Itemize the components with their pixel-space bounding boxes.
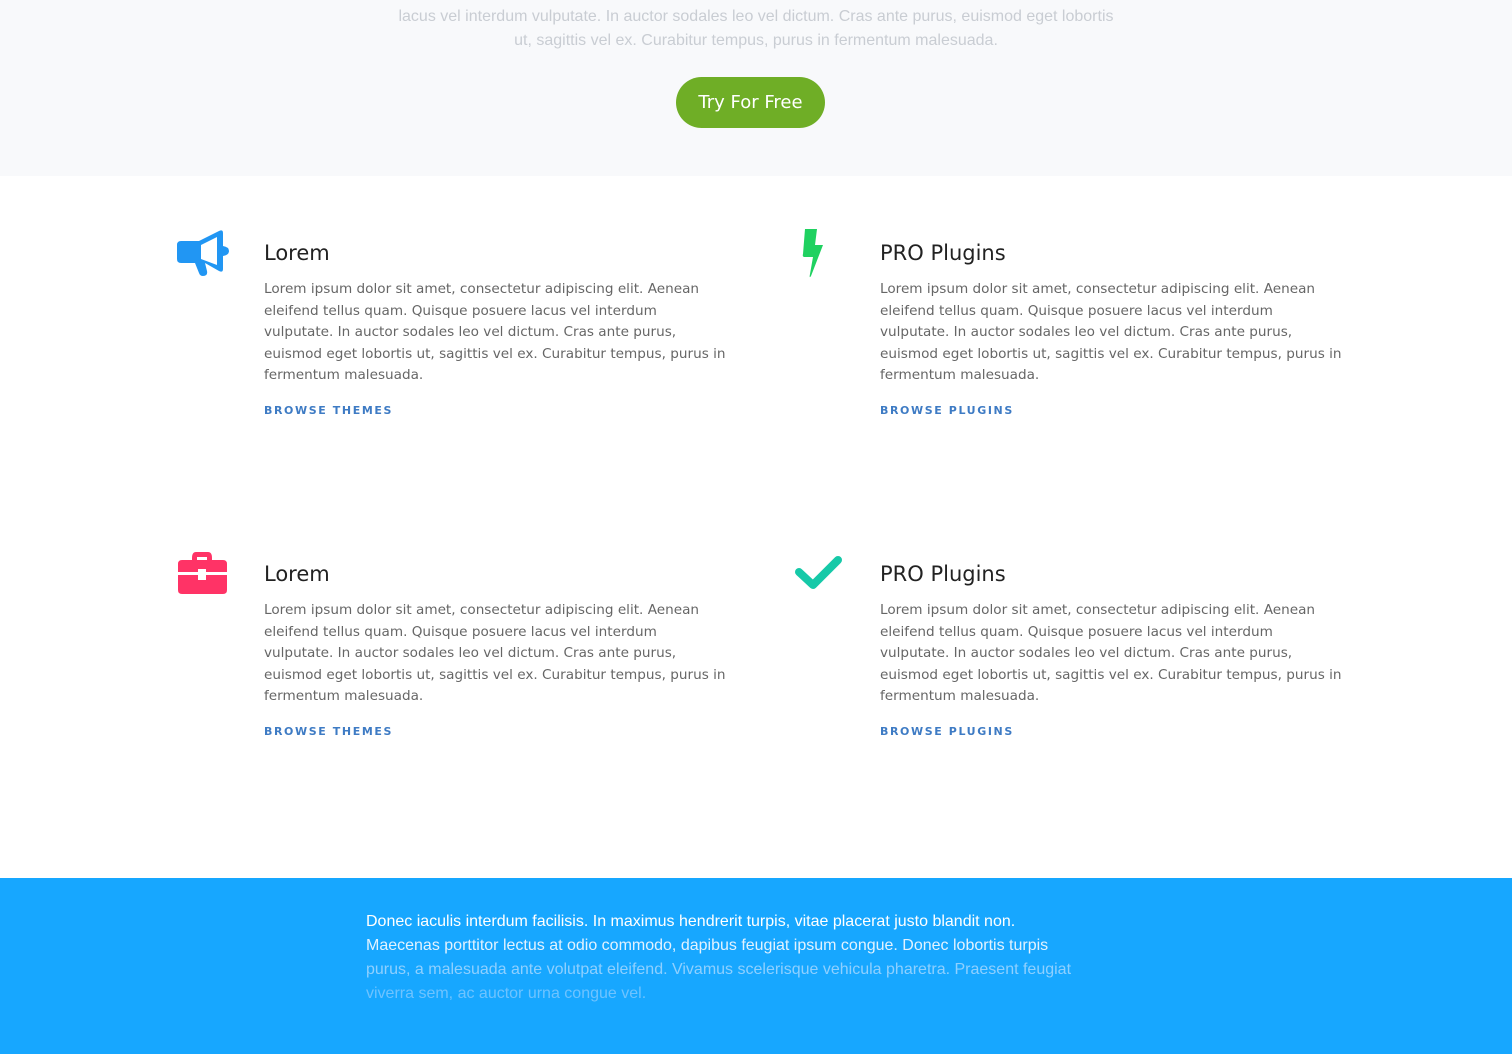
megaphone-icon: [175, 229, 235, 289]
desc-line: fermentum malesuada.: [264, 688, 424, 704]
feature-title: Lorem: [264, 241, 330, 265]
feature-description: Lorem ipsum dolor sit amet, consectetur …: [264, 600, 726, 708]
desc-line: eleifend tellus quam. Quisque posuere la…: [264, 623, 657, 640]
desc-line: vulputate. In auctor sodales leo vel dic…: [880, 324, 1293, 340]
feature-title: PRO Plugins: [880, 241, 1006, 265]
try-for-free-button[interactable]: Try For Free: [676, 77, 825, 128]
desc-line: eleifend tellus quam. Quisque posuere la…: [264, 302, 657, 319]
desc-line: fermentum malesuada.: [880, 688, 1040, 704]
blue-text-line: Donec iaculis interdum facilisis. In max…: [366, 913, 1016, 930]
browse-themes-link[interactable]: BROWSE THEMES: [264, 404, 393, 417]
desc-line: vulputate. In auctor sodales leo vel dic…: [264, 645, 677, 661]
hero-text-line: lacus vel interdum vulputate. In auctor …: [398, 8, 1114, 25]
desc-line: euismod eget lobortis ut, sagittis vel e…: [880, 345, 1342, 362]
desc-line: Lorem ipsum dolor sit amet, consectetur …: [264, 281, 700, 297]
feature-description: Lorem ipsum dolor sit amet, consectetur …: [264, 279, 726, 387]
desc-line: vulputate. In auctor sodales leo vel dic…: [880, 645, 1293, 661]
hero-description: lacus vel interdum vulputate. In auctor …: [360, 5, 1152, 53]
checkmark-icon: [791, 550, 851, 610]
lightning-bolt-icon: [791, 229, 851, 289]
blue-section-text: Donec iaculis interdum facilisis. In max…: [366, 910, 1126, 1006]
hero-section: lacus vel interdum vulputate. In auctor …: [0, 0, 1512, 176]
browse-themes-link[interactable]: BROWSE THEMES: [264, 725, 393, 738]
briefcase-icon: [175, 550, 235, 610]
feature-description: Lorem ipsum dolor sit amet, consectetur …: [880, 600, 1342, 708]
blue-text-line: viverra sem, ac auctor urna congue vel.: [366, 985, 647, 1002]
blue-text-section: Donec iaculis interdum facilisis. In max…: [0, 878, 1512, 1054]
desc-line: vulputate. In auctor sodales leo vel dic…: [264, 324, 677, 340]
desc-line: fermentum malesuada.: [880, 367, 1040, 383]
desc-line: Lorem ipsum dolor sit amet, consectetur …: [880, 281, 1316, 297]
feature-title: Lorem: [264, 562, 330, 586]
desc-line: fermentum malesuada.: [264, 367, 424, 383]
desc-line: Lorem ipsum dolor sit amet, consectetur …: [880, 602, 1316, 618]
feature-description: Lorem ipsum dolor sit amet, consectetur …: [880, 279, 1342, 387]
desc-line: euismod eget lobortis ut, sagittis vel e…: [264, 666, 726, 683]
blue-text-line: Maecenas porttitor lectus at odio commod…: [366, 937, 1049, 954]
hero-text-line: ut, sagittis vel ex. Curabitur tempus, p…: [514, 32, 998, 49]
desc-line: eleifend tellus quam. Quisque posuere la…: [880, 623, 1273, 640]
browse-plugins-link[interactable]: BROWSE PLUGINS: [880, 404, 1014, 417]
desc-line: eleifend tellus quam. Quisque posuere la…: [880, 302, 1273, 319]
blue-text-line: purus, a malesuada ante volutpat eleifen…: [366, 961, 1072, 978]
desc-line: euismod eget lobortis ut, sagittis vel e…: [264, 345, 726, 362]
desc-line: euismod eget lobortis ut, sagittis vel e…: [880, 666, 1342, 683]
desc-line: Lorem ipsum dolor sit amet, consectetur …: [264, 602, 700, 618]
browse-plugins-link[interactable]: BROWSE PLUGINS: [880, 725, 1014, 738]
feature-title: PRO Plugins: [880, 562, 1006, 586]
